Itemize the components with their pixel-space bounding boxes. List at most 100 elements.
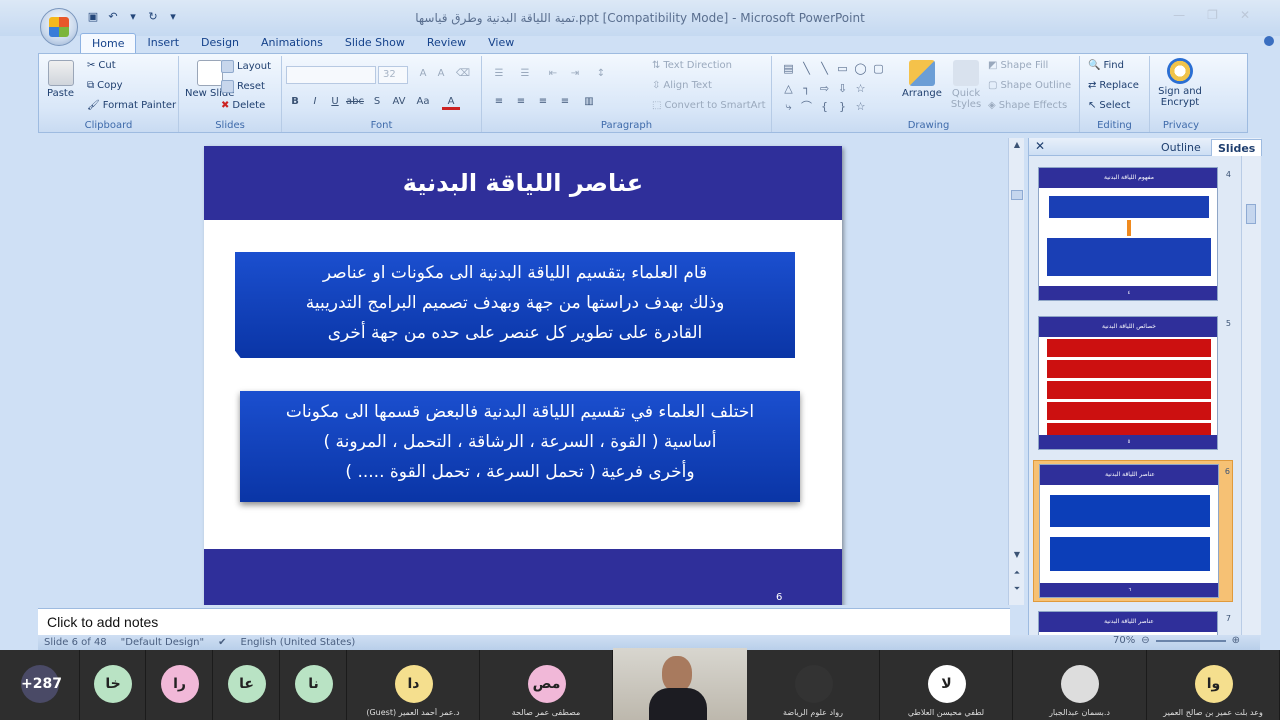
help-icon[interactable]	[1264, 36, 1274, 46]
minimize-icon[interactable]: —	[1173, 8, 1185, 22]
rectangle-shape-icon[interactable]: ▭	[836, 62, 849, 75]
slide-thumbnail[interactable]: 4 مفهوم اللياقة البدنية ٤	[1033, 164, 1233, 306]
next-slide-icon[interactable]: ⏷	[1012, 584, 1022, 594]
paste-button[interactable]: Paste	[47, 60, 74, 99]
numbering-button[interactable]: ☰	[516, 66, 534, 82]
clear-format-button[interactable]: ⌫	[454, 66, 472, 82]
tab-home[interactable]: Home	[80, 33, 137, 53]
current-slide[interactable]: عناصر اللياقة البدنية قام العلماء بتقسيم…	[204, 146, 842, 605]
tab-design[interactable]: Design	[190, 33, 250, 53]
participant-tile[interactable]: وا وعد بلت عمير بن صالح العمير	[1147, 650, 1280, 720]
notes-pane[interactable]: Click to add notes	[38, 608, 1010, 635]
select-button[interactable]: ↖ Select	[1088, 100, 1130, 111]
grow-font-button[interactable]: A	[414, 66, 432, 82]
font-color-button[interactable]: A	[442, 94, 460, 110]
align-text-button[interactable]: ⇳ Align Text	[652, 80, 712, 91]
tab-insert[interactable]: Insert	[136, 33, 190, 53]
participant-tile[interactable]: عا	[213, 650, 280, 720]
brace-shape-icon[interactable]: }	[836, 100, 849, 113]
replace-button[interactable]: ⇄ Replace	[1088, 80, 1139, 91]
rounded-rect-shape-icon[interactable]: ▢	[872, 62, 885, 75]
zoom-in-icon[interactable]: ⊕	[1232, 635, 1240, 646]
find-button[interactable]: 🔍 Find	[1088, 60, 1124, 71]
line-shape-icon[interactable]: ╲	[818, 62, 831, 75]
tab-slide-show[interactable]: Slide Show	[334, 33, 416, 53]
tab-outline[interactable]: Outline	[1155, 139, 1207, 156]
arrow-down-shape-icon[interactable]: ⇩	[836, 82, 849, 95]
tab-review[interactable]: Review	[416, 33, 477, 53]
char-spacing-button[interactable]: AV	[390, 94, 408, 110]
arrow-shape-icon[interactable]: ⇨	[818, 82, 831, 95]
sign-encrypt-button[interactable]: Sign and Encrypt	[1156, 58, 1204, 108]
participant-video[interactable]	[613, 648, 747, 720]
spellcheck-icon[interactable]: ✔	[218, 637, 226, 648]
slide-thumbnail[interactable]: 7 عناصر اللياقة البدنية	[1033, 608, 1233, 635]
underline-button[interactable]: U	[326, 94, 344, 110]
tab-view[interactable]: View	[477, 33, 525, 53]
slide-thumbnail[interactable]: 6 عناصر اللياقة البدنية ٦	[1033, 460, 1233, 602]
curve-shape-icon[interactable]: ⤷	[782, 100, 795, 113]
tab-slides[interactable]: Slides	[1211, 139, 1263, 156]
justify-button[interactable]: ≡	[556, 94, 574, 110]
align-left-button[interactable]: ≡	[490, 94, 508, 110]
align-center-button[interactable]: ≡	[512, 94, 530, 110]
align-right-button[interactable]: ≡	[534, 94, 552, 110]
text-direction-button[interactable]: ⇅ Text Direction	[652, 60, 732, 71]
font-size-input[interactable]: 32	[378, 66, 408, 84]
language[interactable]: English (United States)	[241, 637, 356, 648]
cut-button[interactable]: ✂ Cut	[87, 60, 116, 71]
previous-slide-icon[interactable]: ⏶	[1012, 568, 1022, 578]
scrollbar-thumb[interactable]	[1246, 204, 1256, 224]
participant-tile[interactable]: نا	[280, 650, 347, 720]
textbox-shape-icon[interactable]: ▤	[782, 62, 795, 75]
slide-editing-area[interactable]: عناصر اللياقة البدنية قام العلماء بتقسيم…	[38, 138, 1024, 605]
tab-animations[interactable]: Animations	[250, 33, 334, 53]
participant-tile[interactable]: رواد علوم الرياضة	[747, 650, 880, 720]
office-button[interactable]	[40, 8, 78, 46]
close-icon[interactable]: ✕	[1240, 8, 1250, 22]
star-shape-icon[interactable]: ☆	[854, 82, 867, 95]
strikethrough-button[interactable]: abc	[346, 94, 364, 110]
participant-tile[interactable]: دا د.عمر أحمد العمير (Guest)	[347, 650, 480, 720]
italic-button[interactable]: I	[306, 94, 324, 110]
bold-button[interactable]: B	[286, 94, 304, 110]
slide-thumbnail[interactable]: 5 خصائص اللياقة البدنية ٥	[1033, 313, 1233, 455]
text-box-2[interactable]: اختلف العلماء في تقسيم اللياقة البدنية ف…	[240, 391, 800, 502]
font-name-input[interactable]	[286, 66, 376, 84]
arrange-button[interactable]: Arrange	[902, 60, 942, 99]
shrink-font-button[interactable]: A	[432, 66, 450, 82]
bullets-button[interactable]: ☰	[490, 66, 508, 82]
participant-tile[interactable]: خا	[80, 650, 146, 720]
participant-tile[interactable]: را	[146, 650, 213, 720]
text-box-1[interactable]: قام العلماء بتقسيم اللياقة البدنية الى م…	[235, 252, 795, 358]
zoom-level[interactable]: 70%	[1113, 635, 1135, 646]
scroll-up-icon[interactable]: ▲	[1012, 140, 1022, 149]
slide-title[interactable]: عناصر اللياقة البدنية	[204, 146, 842, 220]
zoom-out-icon[interactable]: ⊖	[1141, 635, 1149, 646]
participant-tile[interactable]: مص مصطفى عمر صالحة	[480, 650, 613, 720]
oval-shape-icon[interactable]: ◯	[854, 62, 867, 75]
columns-button[interactable]: ▥	[580, 94, 598, 110]
freeform-shape-icon[interactable]: ⌒	[800, 100, 813, 113]
panel-scrollbar[interactable]	[1241, 156, 1261, 635]
scroll-down-icon[interactable]: ▼	[1012, 550, 1022, 559]
quick-styles-button[interactable]: Quick Styles	[948, 60, 984, 110]
change-case-button[interactable]: Aa	[414, 94, 432, 110]
zoom-slider[interactable]	[1155, 639, 1226, 642]
shadow-button[interactable]: S	[368, 94, 386, 110]
reset-button[interactable]: Reset	[221, 80, 265, 93]
slide-scrollbar[interactable]: ▲ ▼ ⏶ ⏷	[1008, 138, 1024, 605]
participant-tile[interactable]: لا لطفي محيسن العلاطي	[880, 650, 1013, 720]
elbow-connector-icon[interactable]: ┐	[800, 82, 813, 95]
shape-fill-button[interactable]: ◩ Shape Fill	[988, 60, 1048, 71]
copy-button[interactable]: ⧉ Copy	[87, 80, 123, 91]
convert-smartart-button[interactable]: ⬚ Convert to SmartArt	[652, 100, 766, 111]
star-shape-icon[interactable]: ☆	[854, 100, 867, 113]
shape-effects-button[interactable]: ◈ Shape Effects	[988, 100, 1067, 111]
brace-shape-icon[interactable]: {	[818, 100, 831, 113]
line-shape-icon[interactable]: ╲	[800, 62, 813, 75]
line-spacing-button[interactable]: ↕	[592, 66, 610, 82]
close-icon[interactable]: ✕	[1035, 139, 1045, 153]
participant-tile[interactable]: +287	[0, 650, 80, 720]
layout-button[interactable]: Layout	[221, 60, 271, 73]
